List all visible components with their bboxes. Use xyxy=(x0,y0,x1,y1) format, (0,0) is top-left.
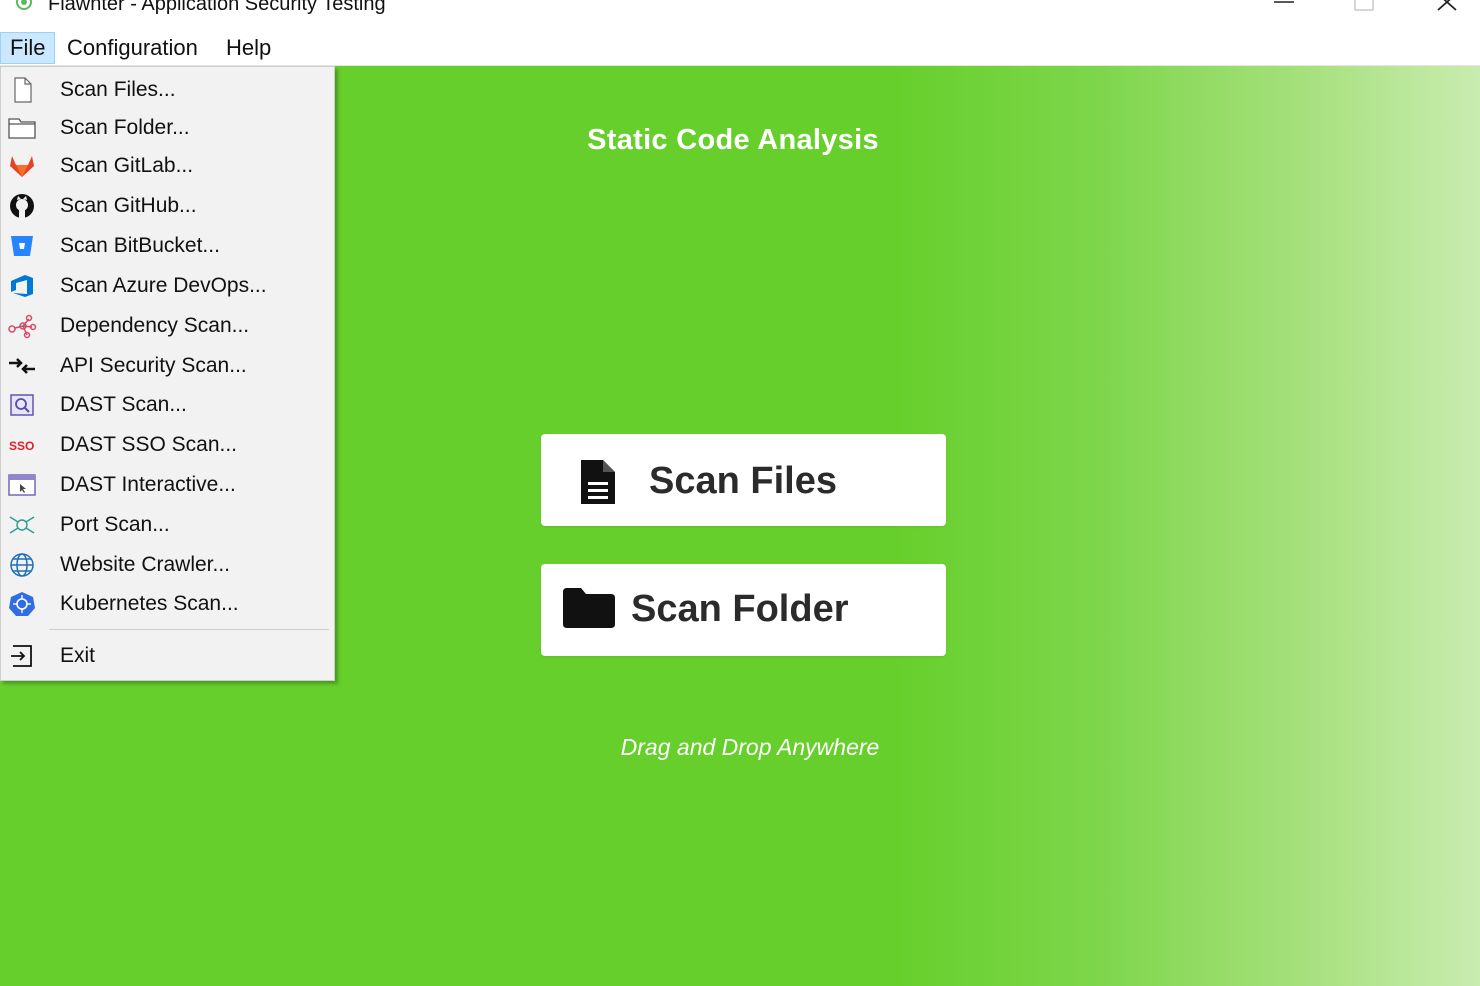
api-arrows-icon xyxy=(9,358,35,374)
menu-item-dast-scan[interactable]: DAST Scan... xyxy=(1,387,334,423)
menu-item-port-scan[interactable]: Port Scan... xyxy=(1,507,334,543)
menu-item-dast-interactive[interactable]: DAST Interactive... xyxy=(1,467,334,503)
menu-file[interactable]: File xyxy=(0,32,56,64)
drag-drop-hint: Drag and Drop Anywhere xyxy=(620,734,880,760)
menu-help[interactable]: Help xyxy=(217,32,280,64)
menu-item-dependency-scan[interactable]: Dependency Scan... xyxy=(1,308,334,344)
menu-separator xyxy=(49,629,329,630)
menu-item-scan-gitlab[interactable]: Scan GitLab... xyxy=(1,148,334,184)
menu-item-exit[interactable]: Exit xyxy=(1,638,334,674)
file-icon xyxy=(14,77,32,103)
github-icon xyxy=(10,194,34,218)
globe-icon xyxy=(10,553,34,577)
scan-folder-label: Scan Folder xyxy=(631,588,849,630)
folder-icon xyxy=(563,588,615,628)
close-icon[interactable] xyxy=(1428,0,1468,14)
network-node-icon xyxy=(9,516,35,534)
menu-configuration[interactable]: Configuration xyxy=(58,32,207,64)
scan-files-button[interactable]: Scan Files xyxy=(541,434,946,526)
menu-item-website-crawler[interactable]: Website Crawler... xyxy=(1,547,334,583)
kubernetes-icon xyxy=(9,592,35,616)
gitlab-icon xyxy=(10,156,34,177)
sso-icon: SSO xyxy=(9,439,34,453)
window-title: Flawnter - Application Security Testing xyxy=(48,0,386,15)
menu-item-scan-github[interactable]: Scan GitHub... xyxy=(1,188,334,224)
scan-files-label: Scan Files xyxy=(649,460,837,502)
menu-item-api-security-scan[interactable]: API Security Scan... xyxy=(1,348,334,384)
menu-item-scan-files[interactable]: Scan Files... xyxy=(1,72,334,108)
svg-text:SSO: SSO xyxy=(9,439,34,453)
minimize-icon[interactable] xyxy=(1264,0,1304,14)
menu-item-kubernetes-scan[interactable]: Kubernetes Scan... xyxy=(1,586,334,622)
browser-window-icon xyxy=(8,474,36,496)
flawnter-logo-icon xyxy=(16,0,32,10)
azure-devops-icon xyxy=(11,275,33,297)
bitbucket-icon xyxy=(11,236,33,256)
document-icon xyxy=(581,460,615,504)
dast-search-icon xyxy=(10,394,34,416)
title-bar: Flawnter - Application Security Testing xyxy=(0,0,1480,28)
scan-folder-button[interactable]: Scan Folder xyxy=(541,564,946,656)
folder-icon xyxy=(8,118,36,139)
menu-bar: File Configuration Help xyxy=(0,28,1480,66)
menu-item-scan-bitbucket[interactable]: Scan BitBucket... xyxy=(1,228,334,264)
dependency-graph-icon xyxy=(8,314,37,339)
menu-item-scan-azure-devops[interactable]: Scan Azure DevOps... xyxy=(1,268,334,304)
maximize-icon[interactable] xyxy=(1344,0,1384,14)
menu-item-scan-folder[interactable]: Scan Folder... xyxy=(1,110,334,146)
exit-icon xyxy=(11,645,32,667)
file-menu-dropdown: Scan Files... Scan Folder... Scan GitLab… xyxy=(0,66,335,681)
menu-item-dast-sso-scan[interactable]: SSO DAST SSO Scan... xyxy=(1,427,334,463)
